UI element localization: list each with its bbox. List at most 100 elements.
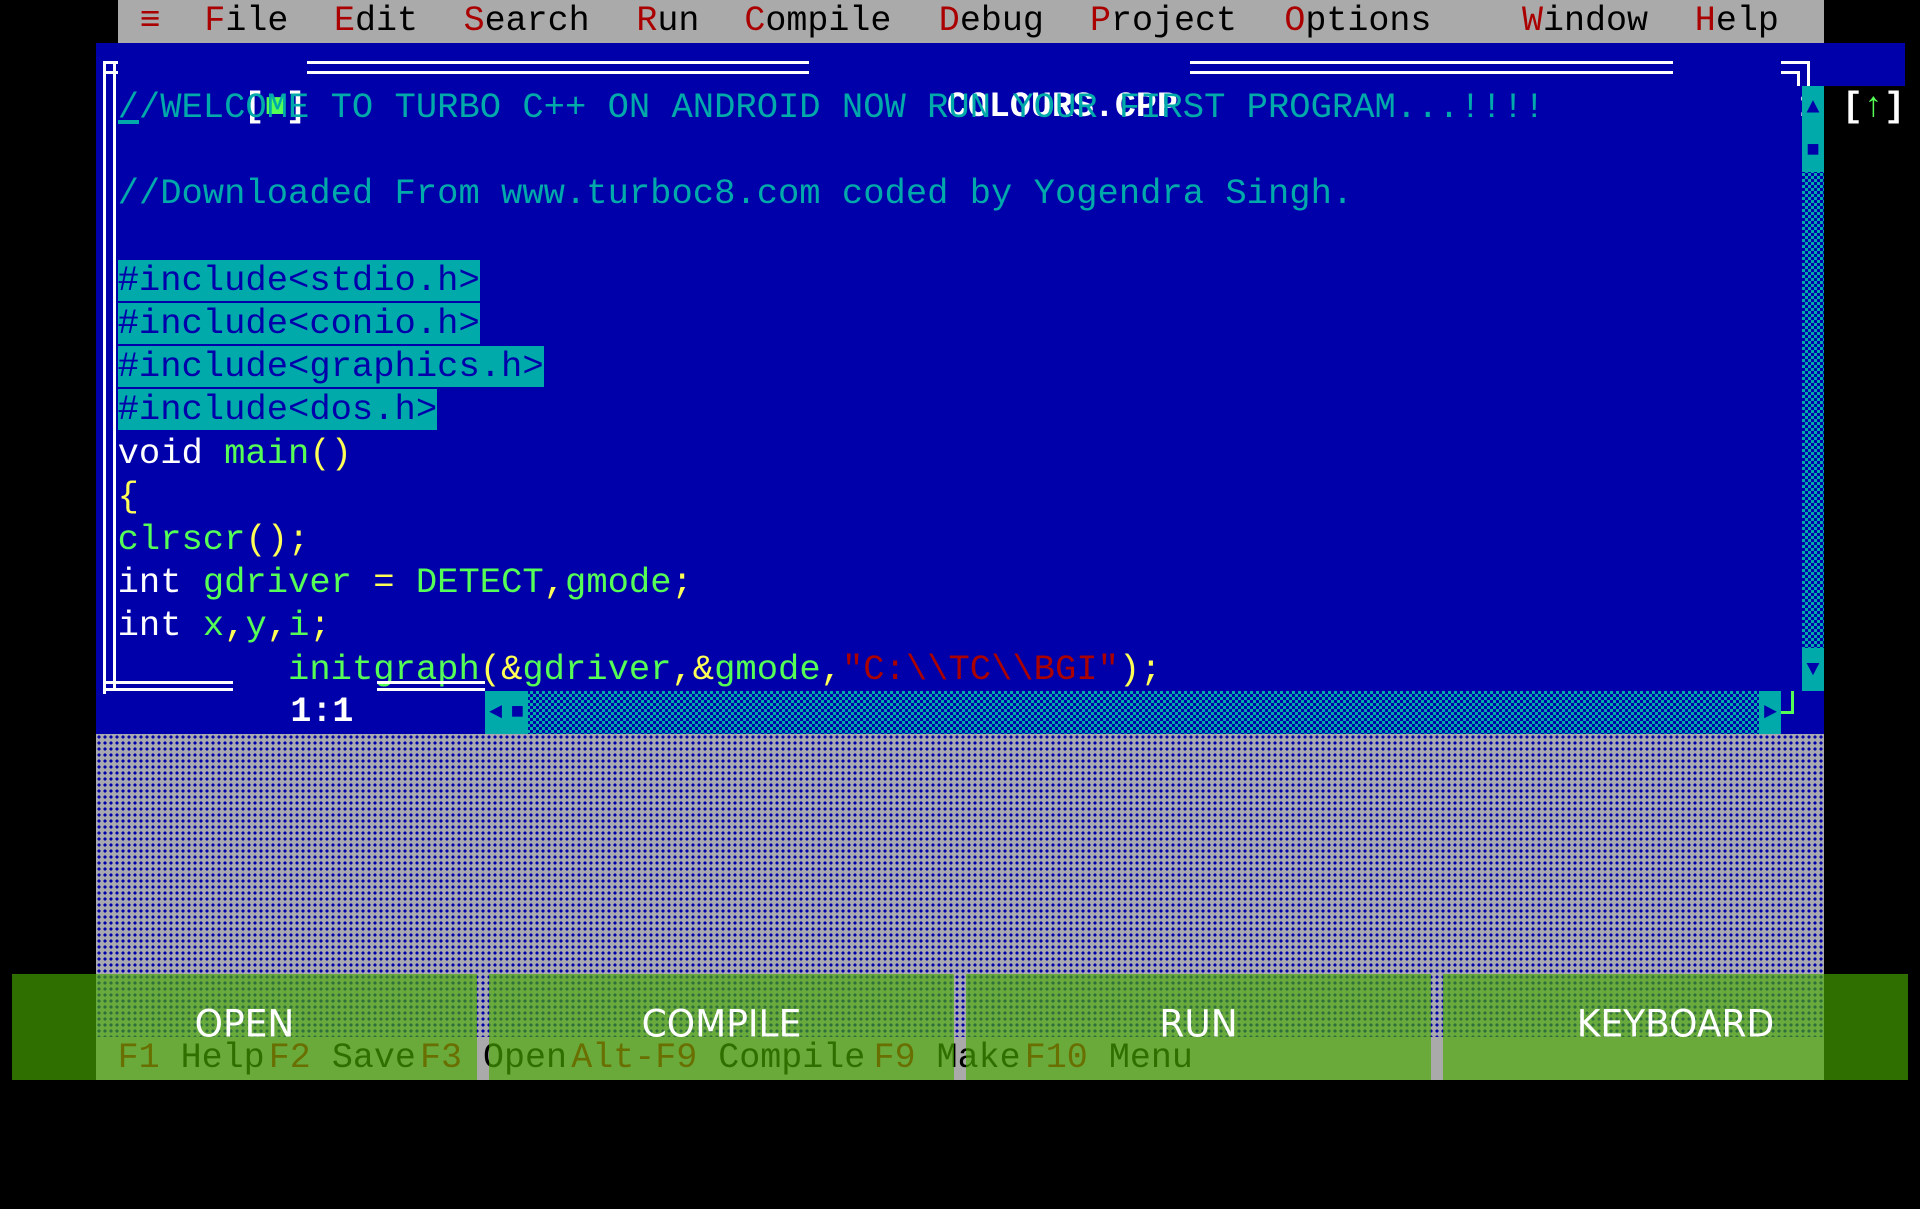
- menu-run[interactable]: Run: [636, 0, 699, 43]
- menu-help[interactable]: Help: [1695, 0, 1779, 43]
- code-token: "C:\\TC\\BGI": [841, 648, 1119, 690]
- menu-hotkey: O: [1284, 1, 1306, 41]
- menu-window[interactable]: Window: [1522, 0, 1648, 43]
- close-button[interactable]: [■]: [117, 43, 307, 127]
- code-token: ,&: [671, 648, 715, 690]
- vertical-scroll-thumb[interactable]: ■: [1802, 129, 1824, 173]
- zoom-button[interactable]: [↑]: [1716, 43, 1906, 127]
- menu-search[interactable]: Search: [464, 0, 590, 43]
- menu-label: roject: [1111, 1, 1238, 41]
- code-token: x: [202, 605, 225, 647]
- zoom-arrow-icon: ↑: [1863, 87, 1885, 127]
- code-token: ;: [309, 605, 331, 647]
- menu-label: ebug: [959, 1, 1044, 41]
- scroll-left-icon[interactable]: ◄: [485, 691, 507, 734]
- turbo-cpp-screen: ≡ File Edit Search Run Compile Debug Project Op…: [96, 0, 1906, 1080]
- menu-hotkey: P: [1090, 1, 1112, 41]
- window-left-border: [103, 61, 116, 691]
- code-token: i: [288, 605, 310, 647]
- menu-bar: ≡ File Edit Search Run Compile Debug Project Op…: [118, 0, 1824, 43]
- vertical-scrollbar[interactable]: ▲ ■ ▼: [1802, 86, 1824, 691]
- code-line: #include<graphics.h>: [117, 345, 544, 388]
- code-token: y: [245, 605, 267, 647]
- menu-label: dit: [355, 1, 419, 41]
- code-token: DETECT: [415, 562, 544, 604]
- code-token: int: [117, 605, 182, 647]
- open-button[interactable]: OPEN: [12, 974, 477, 1080]
- menu-label: earch: [484, 1, 590, 41]
- code-token: void: [117, 432, 203, 474]
- window-bottom-border-mid: [376, 681, 485, 691]
- text-cursor: [117, 120, 140, 124]
- cursor-position: 1:1: [290, 691, 354, 734]
- code-line: //Downloaded From www.turboc8.com coded …: [118, 172, 1354, 215]
- menu-hotkey: W: [1522, 1, 1544, 41]
- menu-project[interactable]: Project: [1090, 0, 1237, 43]
- scroll-right-icon[interactable]: ►: [1759, 691, 1781, 734]
- code-token: ,: [266, 605, 289, 647]
- code-line: clrscr();: [118, 518, 310, 561]
- code-token: ,: [224, 605, 246, 647]
- code-token: );: [1118, 648, 1162, 690]
- code-line: {: [118, 475, 139, 518]
- menu-hotkey: E: [334, 1, 356, 41]
- menu-label: ptions: [1305, 1, 1432, 41]
- menu-hotkey: R: [636, 1, 658, 41]
- window-corner-top-right-inner: [1781, 71, 1800, 86]
- code-line: #include<conio.h>: [117, 302, 480, 345]
- code-token: clrscr: [117, 519, 246, 560]
- code-line: #include<stdio.h>: [117, 259, 480, 302]
- menu-label: un: [657, 1, 700, 41]
- code-line: int x,y,i;: [118, 604, 331, 647]
- menu-debug[interactable]: Debug: [939, 0, 1044, 43]
- code-token: int: [117, 562, 182, 604]
- window-bottom-border-left: [103, 681, 233, 691]
- menu-file[interactable]: File: [204, 0, 288, 43]
- keyboard-button[interactable]: KEYBOARD: [1443, 974, 1908, 1080]
- code-token: ,: [820, 648, 842, 690]
- code-token: (&: [479, 648, 523, 690]
- code-token: //Downloaded From www.turboc8.com coded …: [117, 173, 1354, 215]
- horizontal-scroll-thumb[interactable]: ■: [506, 691, 529, 734]
- menu-options[interactable]: Options: [1284, 0, 1431, 43]
- code-token: =: [351, 562, 416, 604]
- scroll-up-icon[interactable]: ▲: [1802, 86, 1824, 130]
- code-token: {: [117, 475, 139, 517]
- menu-label: ompile: [765, 1, 892, 41]
- code-token: gdriver: [202, 562, 352, 604]
- code-line: void main(): [118, 432, 352, 475]
- code-token: //WELCOME TO TURBO C++ ON ANDROID NOW RU…: [117, 87, 1545, 128]
- code-token: main: [224, 432, 310, 474]
- code-token: ();: [245, 519, 310, 560]
- code-token: #include<dos.h>: [117, 389, 438, 431]
- code-editor[interactable]: //WELCOME TO TURBO C++ ON ANDROID NOW RU…: [117, 86, 1802, 691]
- code-token: ;: [671, 562, 693, 604]
- code-token: (): [309, 432, 352, 474]
- code-token: gmode: [565, 562, 672, 604]
- menu-hotkey: H: [1694, 1, 1716, 41]
- menu-edit[interactable]: Edit: [334, 0, 418, 43]
- code-line: int gdriver = DETECT,gmode;: [118, 561, 693, 604]
- resize-corner-icon[interactable]: [1781, 691, 1803, 734]
- editor-window: [■] COLOURS.CPP 1 [↑] //WELCOME TO TURBO…: [96, 43, 1906, 734]
- code-token: #include<graphics.h>: [117, 346, 544, 388]
- code-line: initgraph(&gdriver,&gmode,"C:\\TC\\BGI")…: [118, 648, 1162, 691]
- menu-hotkey: C: [744, 1, 766, 41]
- scroll-down-icon[interactable]: ▼: [1802, 647, 1824, 691]
- system-menu-icon[interactable]: ≡: [140, 0, 161, 43]
- horizontal-scrollbar[interactable]: ◄ ■ ►: [485, 691, 1781, 734]
- menu-label: elp: [1715, 1, 1779, 41]
- code-line: #include<dos.h>: [117, 388, 438, 431]
- menu-label: indow: [1543, 1, 1649, 41]
- menu-label: ile: [225, 1, 289, 41]
- menu-hotkey: F: [204, 1, 226, 41]
- menu-compile[interactable]: Compile: [744, 0, 891, 43]
- code-token: #include<stdio.h>: [117, 259, 480, 301]
- menu-hotkey: D: [938, 1, 960, 41]
- menu-hotkey: S: [463, 1, 485, 41]
- compile-button[interactable]: COMPILE: [489, 974, 954, 1080]
- run-button[interactable]: RUN: [966, 974, 1431, 1080]
